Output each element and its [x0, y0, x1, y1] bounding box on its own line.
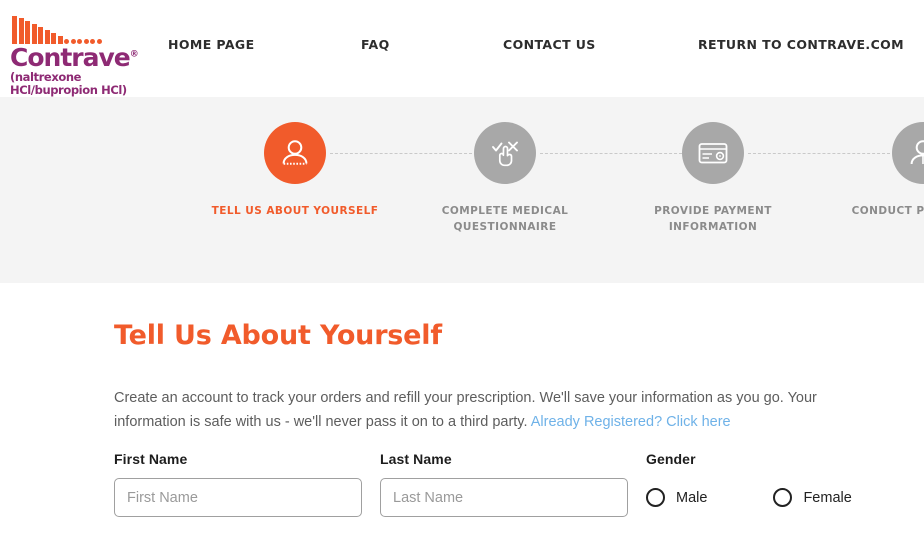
prescriber-person-icon: [906, 136, 924, 170]
last-name-field-group: Last Name: [380, 451, 628, 517]
page-title: Tell Us About Yourself: [114, 320, 442, 351]
logo-bars-graphic: [10, 16, 135, 44]
registration-form-row: First Name Last Name Gender Male Female: [0, 451, 924, 531]
radio-female-mark[interactable]: [773, 488, 792, 507]
person-icon: [278, 136, 312, 170]
site-header: Contrave® (naltrexone HCl/bupropion HCl)…: [0, 0, 924, 97]
gender-field-group: Gender Male Female: [646, 451, 906, 517]
radio-male-mark[interactable]: [646, 488, 665, 507]
first-name-field-group: First Name: [114, 451, 362, 517]
stepper-step-tell-us-about-yourself[interactable]: TELL US ABOUT YOURSELF: [210, 122, 380, 219]
gender-label: Gender: [646, 451, 906, 467]
logo-generic-name: (naltrexone HCl/bupropion HCl): [10, 71, 135, 97]
checklist-hand-icon: [488, 136, 522, 170]
last-name-label: Last Name: [380, 451, 628, 467]
nav-contact-us[interactable]: CONTACT US: [503, 37, 596, 52]
step-label-2: COMPLETE MEDICAL QUESTIONNAIRE: [420, 203, 590, 235]
progress-stepper: TELL US ABOUT YOURSELF COMPLETE MEDICAL …: [0, 97, 924, 283]
first-name-input[interactable]: [114, 478, 362, 517]
intro-paragraph: Create an account to track your orders a…: [114, 386, 874, 434]
nav-return-to-contrave[interactable]: RETURN TO CONTRAVE.COM: [698, 37, 904, 52]
last-name-input[interactable]: [380, 478, 628, 517]
step-circle-4: [892, 122, 924, 184]
gender-option-female-label: Female: [803, 490, 851, 506]
gender-option-female[interactable]: Female: [773, 488, 851, 507]
stepper-step-provide-payment-information[interactable]: PROVIDE PAYMENT INFORMATION: [628, 122, 798, 235]
step-label-4: CONDUCT PRESCRIBER: [838, 203, 924, 219]
already-registered-link[interactable]: Already Registered? Click here: [531, 414, 731, 430]
step-circle-1: [264, 122, 326, 184]
contrave-logo[interactable]: Contrave® (naltrexone HCl/bupropion HCl)…: [10, 16, 135, 82]
step-label-3: PROVIDE PAYMENT INFORMATION: [628, 203, 798, 235]
step-label-1: TELL US ABOUT YOURSELF: [210, 203, 380, 219]
stepper-step-complete-medical-questionnaire[interactable]: COMPLETE MEDICAL QUESTIONNAIRE: [420, 122, 590, 235]
logo-trademark: ®: [130, 50, 138, 60]
credit-card-icon: [696, 136, 730, 170]
gender-radio-group: Male Female: [646, 478, 906, 517]
step-circle-3: [682, 122, 744, 184]
nav-home-page[interactable]: HOME PAGE: [168, 37, 255, 52]
step-circle-2: [474, 122, 536, 184]
logo-brand-text: Contrave: [10, 43, 130, 72]
gender-option-male[interactable]: Male: [646, 488, 707, 507]
stepper-step-conduct-prescriber[interactable]: CONDUCT PRESCRIBER: [838, 122, 924, 219]
gender-option-male-label: Male: [676, 490, 707, 506]
first-name-label: First Name: [114, 451, 362, 467]
logo-brand-name: Contrave®: [10, 45, 135, 70]
nav-faq[interactable]: FAQ: [361, 37, 390, 52]
